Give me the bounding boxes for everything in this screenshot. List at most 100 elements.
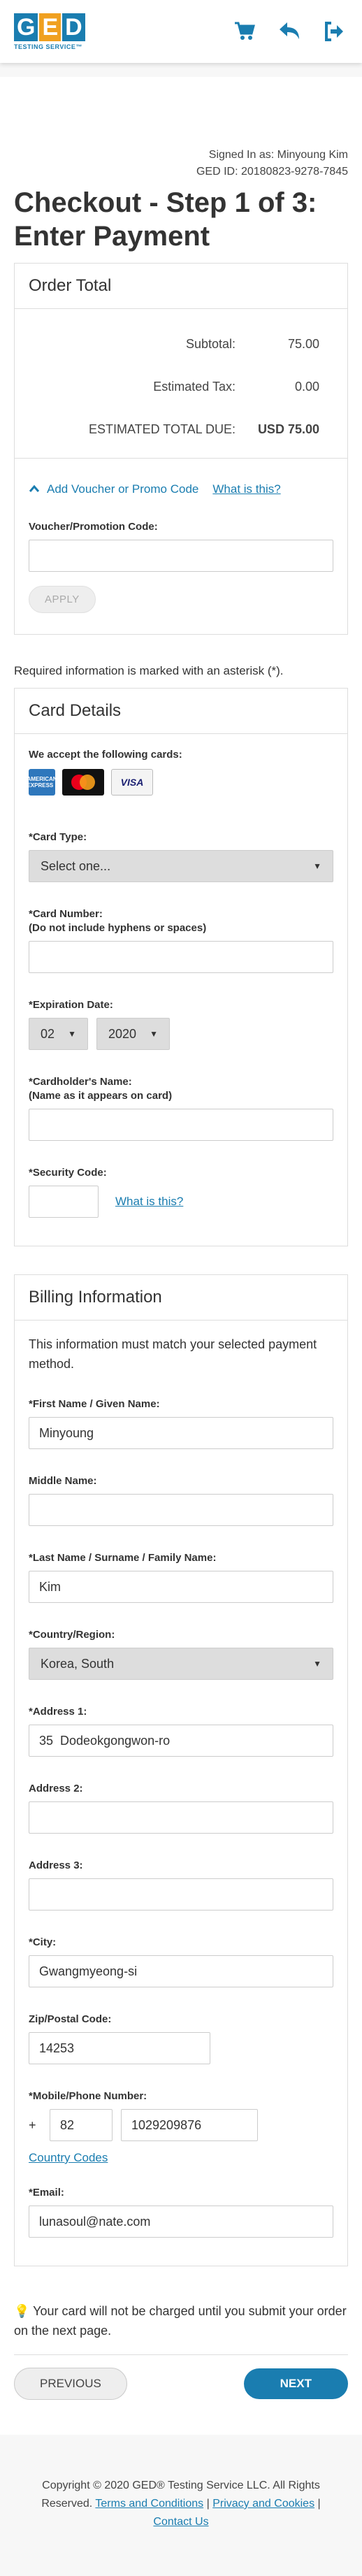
first-name-label: *First Name / Given Name:: [29, 1398, 160, 1410]
chevron-up-icon[interactable]: [29, 482, 40, 496]
address3-label: Address 3:: [29, 1859, 83, 1871]
card-details-card: Card Details We accept the following car…: [14, 688, 348, 1246]
visa-logo: VISA: [111, 769, 153, 796]
subtotal-value: 75.00: [287, 337, 319, 351]
cardholder-field: *Cardholder's Name: (Name as it appears …: [29, 1075, 333, 1141]
logo-letter-d: D: [62, 13, 85, 41]
phone-row: + 82 1029209876: [29, 2109, 333, 2141]
voucher-input[interactable]: [29, 540, 333, 572]
footer-separator: |: [317, 2498, 321, 2510]
expiration-selects: 02 ▼ 2020 ▼: [29, 1018, 333, 1050]
address1-label: *Address 1:: [29, 1706, 87, 1718]
terms-link[interactable]: Terms and Conditions: [95, 2498, 203, 2510]
apply-button[interactable]: APPLY: [29, 586, 96, 613]
card-number-label: *Card Number: (Do not include hyphens or…: [29, 908, 207, 934]
security-code-input[interactable]: [29, 1186, 99, 1218]
tax-row: Estimated Tax: 0.00: [29, 380, 333, 394]
zip-input[interactable]: 14253: [29, 2032, 210, 2064]
phone-label: *Mobile/Phone Number:: [29, 2090, 147, 2102]
country-label: *Country/Region:: [29, 1629, 115, 1641]
middle-name-field: Middle Name:: [29, 1474, 333, 1526]
card-type-select[interactable]: Select one... ▼: [29, 850, 333, 882]
accept-cards-label: We accept the following cards:: [29, 749, 182, 761]
country-value: Korea, South: [41, 1656, 115, 1671]
billing-body: This information must match your selecte…: [15, 1321, 347, 2266]
address3-field: Address 3:: [29, 1859, 333, 1911]
cardholder-input[interactable]: [29, 1109, 333, 1141]
card-type-field: *Card Type: Select one... ▼: [29, 830, 333, 882]
country-codes-link[interactable]: Country Codes: [29, 2151, 108, 2164]
last-name-input[interactable]: Kim: [29, 1571, 333, 1603]
tax-label: Estimated Tax:: [153, 380, 236, 394]
ged-id-text: GED ID: 20180823-9278-7845: [196, 166, 348, 178]
first-name-field: *First Name / Given Name: Minyoung: [29, 1397, 333, 1449]
city-field: *City: Gwangmyeong-si: [29, 1936, 333, 1987]
ged-logo-mark: G E D: [14, 13, 85, 41]
email-input[interactable]: lunasoul@nate.com: [29, 2206, 333, 2238]
last-name-field: *Last Name / Surname / Family Name: Kim: [29, 1551, 333, 1603]
chevron-down-icon: ▼: [313, 1659, 321, 1669]
phone-number-input[interactable]: 1029209876: [121, 2109, 258, 2141]
mastercard-logo: [62, 769, 104, 796]
charge-note: 💡 Your card will not be charged until yo…: [14, 2301, 348, 2340]
card-details-heading: Card Details: [15, 689, 347, 734]
next-button[interactable]: NEXT: [243, 2368, 348, 2399]
phone-country-input[interactable]: 82: [50, 2109, 113, 2141]
address1-field: *Address 1: 35 Dodeokgongwon-ro: [29, 1705, 333, 1757]
billing-card: Billing Information This information mus…: [14, 1274, 348, 2266]
card-details-body: We accept the following cards: AMERICAN …: [15, 734, 347, 1246]
first-name-input[interactable]: Minyoung: [29, 1417, 333, 1449]
ged-logo[interactable]: G E D TESTING SERVICE™: [14, 13, 85, 50]
privacy-link[interactable]: Privacy and Cookies: [212, 2498, 314, 2510]
expiration-label: *Expiration Date:: [29, 999, 113, 1011]
contact-link[interactable]: Contact Us: [153, 2516, 208, 2528]
account-info: Signed In as: Minyoung Kim GED ID: 20180…: [14, 147, 348, 180]
last-name-label: *Last Name / Surname / Family Name:: [29, 1552, 217, 1564]
address1-input[interactable]: 35 Dodeokgongwon-ro: [29, 1725, 333, 1757]
subtotal-label: Subtotal:: [185, 337, 236, 351]
chevron-down-icon: ▼: [68, 1029, 76, 1039]
phone-field: *Mobile/Phone Number: + 82 1029209876 Co…: [29, 2089, 333, 2165]
card-number-input[interactable]: [29, 941, 333, 973]
address3-input[interactable]: [29, 1878, 333, 1911]
card-type-value: Select one...: [41, 858, 111, 873]
voucher-label: Voucher/Promotion Code:: [29, 521, 158, 533]
security-what-link[interactable]: What is this?: [115, 1195, 183, 1209]
order-total-heading: Order Total: [15, 264, 347, 309]
checkout-page: Signed In as: Minyoung Kim GED ID: 20180…: [0, 77, 362, 2435]
total-value: USD 75.00: [257, 422, 319, 436]
charge-note-text: Your card will not be charged until you …: [14, 2304, 347, 2338]
city-input[interactable]: Gwangmyeong-si: [29, 1955, 333, 1987]
cart-icon[interactable]: [231, 17, 259, 45]
back-arrow-icon[interactable]: [275, 17, 303, 45]
country-select[interactable]: Korea, South ▼: [29, 1648, 333, 1680]
voucher-toggle-link[interactable]: Add Voucher or Promo Code: [47, 482, 198, 496]
order-total-card: Order Total Subtotal: 75.00 Estimated Ta…: [14, 263, 348, 635]
logo-tagline: TESTING SERVICE™: [14, 43, 82, 50]
phone-plus: +: [29, 2117, 36, 2132]
voucher-what-link[interactable]: What is this?: [212, 482, 280, 496]
top-bar: G E D TESTING SERVICE™: [0, 0, 362, 63]
middle-name-input[interactable]: [29, 1494, 333, 1526]
accepted-cards: AMERICAN EXPRESS VISA: [27, 769, 333, 796]
country-field: *Country/Region: Korea, South ▼: [29, 1628, 333, 1680]
signed-in-text: Signed In as: Minyoung Kim: [208, 149, 348, 161]
address2-input[interactable]: [29, 1801, 333, 1834]
checkout-nav: PREVIOUS NEXT: [14, 2354, 348, 2421]
security-row: What is this?: [29, 1186, 333, 1218]
chevron-down-icon: ▼: [150, 1029, 158, 1039]
billing-info: This information must match your selecte…: [29, 1337, 317, 1371]
tax-value: 0.00: [294, 380, 319, 394]
footer: Copyright © 2020 GED® Testing Service LL…: [0, 2435, 362, 2559]
voucher-section: Add Voucher or Promo Code What is this? …: [15, 459, 347, 634]
card-type-label: *Card Type:: [29, 831, 87, 843]
previous-button[interactable]: PREVIOUS: [14, 2368, 127, 2400]
security-code-label: *Security Code:: [29, 1167, 107, 1179]
footer-separator: |: [206, 2498, 210, 2510]
city-label: *City:: [29, 1936, 57, 1948]
sign-out-icon[interactable]: [320, 17, 348, 45]
exp-month-select[interactable]: 02 ▼: [29, 1018, 88, 1050]
expiration-field: *Expiration Date: 02 ▼ 2020 ▼: [29, 998, 333, 1050]
exp-year-select[interactable]: 2020 ▼: [96, 1018, 170, 1050]
card-number-field: *Card Number: (Do not include hyphens or…: [29, 907, 333, 973]
